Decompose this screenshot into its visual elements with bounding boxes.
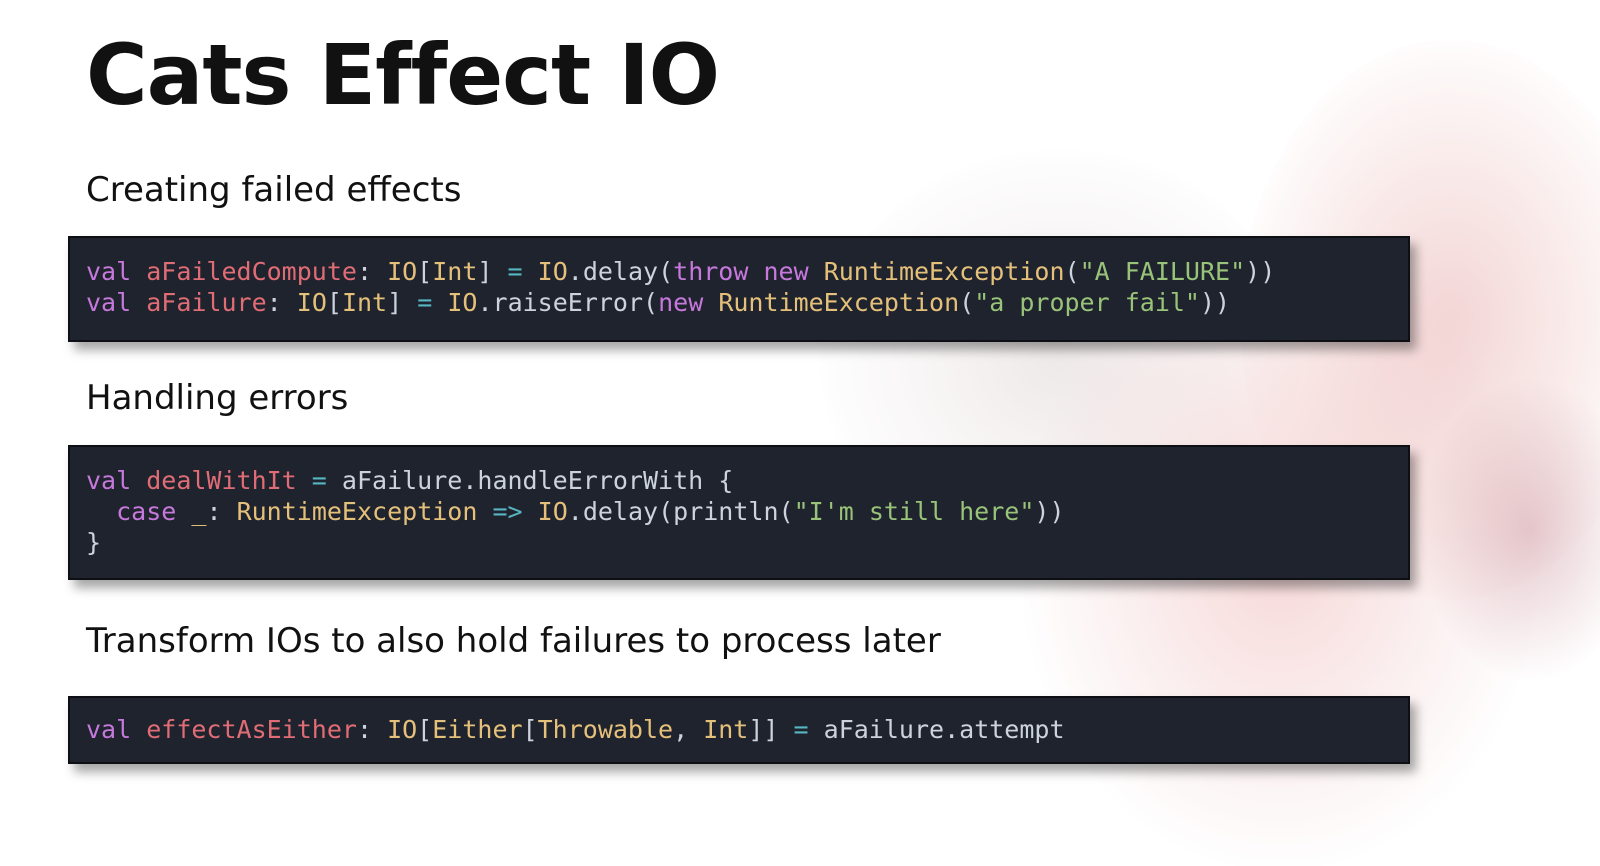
code-token: = xyxy=(417,288,433,317)
code-token: ]] xyxy=(748,715,779,744)
code-token: aFailedCompute xyxy=(146,257,357,286)
code-token: [ xyxy=(417,257,433,286)
slide: Cats Effect IO Creating failed effects v… xyxy=(0,0,1600,866)
code-token: Int xyxy=(341,288,388,317)
slide-title: Cats Effect IO xyxy=(86,26,720,124)
code-token: dealWithIt xyxy=(146,466,297,495)
code-token: println xyxy=(673,497,779,526)
code-token: : xyxy=(356,715,372,744)
code-token: IO xyxy=(387,257,418,286)
code-token: effectAsEither xyxy=(146,715,357,744)
code-block: val dealWithIt = aFailure.handleErrorWit… xyxy=(68,445,1410,580)
code-token: . xyxy=(462,466,478,495)
code-line: case _: RuntimeException => IO.delay(pri… xyxy=(86,496,1408,527)
code-token: aFailure xyxy=(146,288,267,317)
code-token: attempt xyxy=(959,715,1065,744)
code-token: RuntimeException xyxy=(718,288,960,317)
code-token: val xyxy=(86,466,132,495)
code-token: aFailure xyxy=(823,715,945,744)
code-token: _ xyxy=(191,497,207,526)
code-token: )) xyxy=(1199,288,1231,317)
code-token: ( xyxy=(959,288,975,317)
code-token: , xyxy=(673,715,689,744)
code-token: Int xyxy=(432,257,478,286)
code-token: = xyxy=(311,466,327,495)
code-line: val aFailedCompute: IO[Int] = IO.delay(t… xyxy=(86,256,1408,287)
code-token: raiseError xyxy=(492,288,644,317)
code-block: val aFailedCompute: IO[Int] = IO.delay(t… xyxy=(68,236,1410,342)
code-token: IO xyxy=(447,288,478,317)
code-token: : xyxy=(206,497,222,526)
code-token: handleErrorWith xyxy=(477,466,704,495)
code-token: IO xyxy=(387,715,418,744)
code-token: ( xyxy=(643,288,659,317)
code-token: Int xyxy=(703,715,749,744)
code-token: Throwable xyxy=(537,715,674,744)
code-token: RuntimeException xyxy=(236,497,478,526)
code-token: : xyxy=(266,288,282,317)
code-token: case xyxy=(116,497,177,526)
code-token: ( xyxy=(1064,257,1080,286)
code-token: delay xyxy=(582,257,659,286)
code-token: delay xyxy=(582,497,659,526)
code-token: Either xyxy=(432,715,523,744)
code-token: ( xyxy=(778,497,794,526)
code-token: [ xyxy=(417,715,433,744)
code-token: val xyxy=(86,715,132,744)
code-token: . xyxy=(567,257,583,286)
code-token: IO xyxy=(296,288,327,317)
code-token: . xyxy=(477,288,493,317)
code-line: val dealWithIt = aFailure.handleErrorWit… xyxy=(86,465,1408,496)
section-heading: Transform IOs to also hold failures to p… xyxy=(86,621,941,661)
code-token: "A FAILURE" xyxy=(1079,257,1246,286)
code-line: val effectAsEither: IO[Either[Throwable,… xyxy=(86,714,1408,745)
code-token: RuntimeException xyxy=(823,257,1065,286)
section-heading: Handling errors xyxy=(86,378,349,418)
code-line: } xyxy=(86,527,1408,558)
code-token: [ xyxy=(522,715,538,744)
code-token: . xyxy=(567,497,583,526)
code-token: = xyxy=(507,257,523,286)
code-token: ( xyxy=(658,257,674,286)
code-token: )) xyxy=(1034,497,1065,526)
code-token: "I'm still here" xyxy=(793,497,1035,526)
code-token: [ xyxy=(326,288,342,317)
code-token: )) xyxy=(1245,257,1276,286)
code-token: ] xyxy=(387,288,403,317)
code-token: IO xyxy=(537,257,568,286)
code-token: ( xyxy=(658,497,674,526)
section-heading: Creating failed effects xyxy=(86,170,462,210)
code-token: { xyxy=(718,466,734,495)
code-token: throw xyxy=(673,257,749,286)
code-token: val xyxy=(86,288,132,317)
code-line: val aFailure: IO[Int] = IO.raiseError(ne… xyxy=(86,287,1408,318)
code-token: : xyxy=(356,257,372,286)
code-token: new xyxy=(658,288,704,317)
code-token: ] xyxy=(477,257,493,286)
code-token: = xyxy=(793,715,809,744)
code-token: . xyxy=(944,715,960,744)
code-token: => xyxy=(492,497,523,526)
code-token: "a proper fail" xyxy=(974,288,1200,317)
code-token: } xyxy=(86,528,102,557)
code-token: IO xyxy=(537,497,568,526)
code-block: val effectAsEither: IO[Either[Throwable,… xyxy=(68,696,1410,764)
code-token: new xyxy=(763,257,809,286)
code-token: val xyxy=(86,257,132,286)
code-token: aFailure xyxy=(341,466,463,495)
